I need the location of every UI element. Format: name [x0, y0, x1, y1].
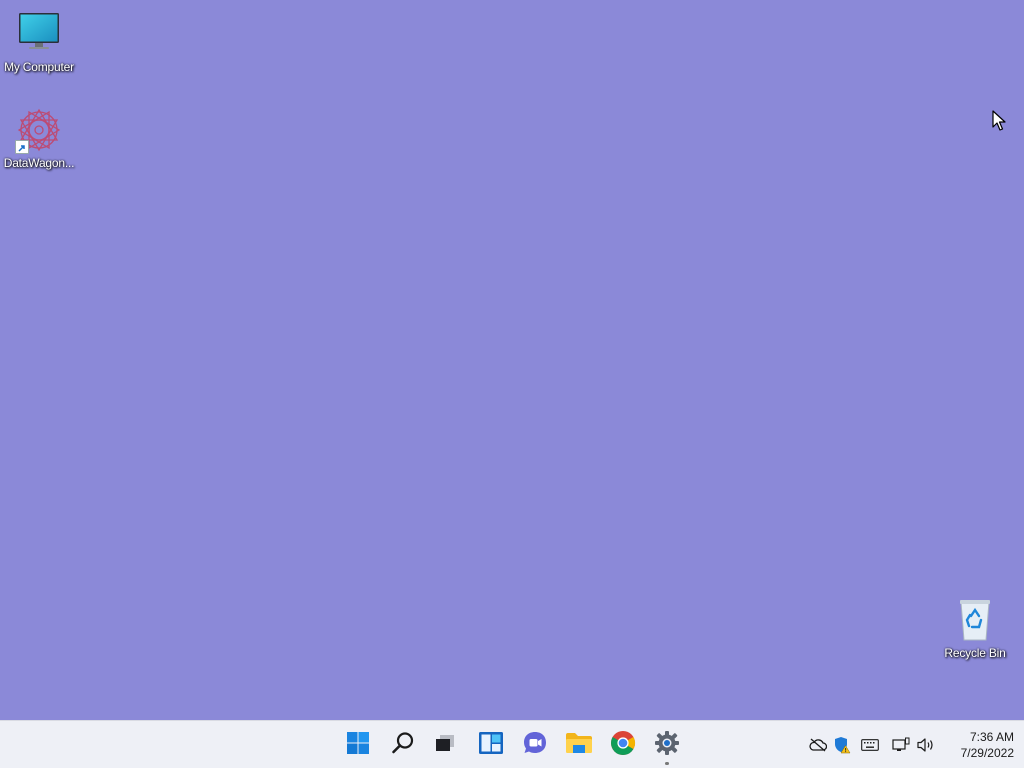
- security-warning-icon[interactable]: [832, 735, 852, 755]
- search-icon: [391, 731, 415, 760]
- taskbar: 7:36 AM 7/29/2022: [0, 720, 1024, 768]
- clock-date: 7/29/2022: [960, 746, 1014, 760]
- volume-icon[interactable]: [916, 735, 936, 755]
- chrome-button[interactable]: [605, 727, 641, 763]
- chat-button[interactable]: [517, 727, 553, 763]
- start-button[interactable]: [340, 727, 376, 763]
- search-button[interactable]: [385, 727, 421, 763]
- clock-time: 7:36 AM: [969, 730, 1014, 744]
- file-explorer-button[interactable]: [561, 727, 597, 763]
- desktop-icon-recycle-bin[interactable]: Recycle Bin: [936, 596, 1014, 660]
- desktop-icon-label: DataWagon...: [3, 156, 75, 170]
- datawagon-app-icon: [15, 106, 63, 154]
- network-icon[interactable]: [891, 735, 911, 755]
- desktop-icon-label: Recycle Bin: [944, 646, 1006, 660]
- gear-icon: [654, 730, 680, 761]
- onedrive-offline-icon[interactable]: [808, 735, 828, 755]
- settings-button[interactable]: [649, 727, 685, 765]
- task-view-button[interactable]: [427, 727, 463, 763]
- running-indicator: [665, 762, 669, 765]
- keyboard-icon[interactable]: [860, 735, 880, 755]
- widgets-icon: [478, 731, 504, 760]
- windows-start-icon: [346, 731, 370, 760]
- chat-icon: [522, 730, 548, 761]
- recycle-bin-icon: [951, 596, 999, 644]
- taskbar-clock[interactable]: 7:36 AM 7/29/2022: [940, 729, 1014, 761]
- folder-icon: [565, 731, 593, 760]
- monitor-icon: [15, 10, 63, 58]
- desktop-icon-datawagon[interactable]: DataWagon...: [0, 106, 78, 170]
- desktop-icon-label: My Computer: [4, 60, 74, 74]
- mouse-cursor-icon: [992, 110, 1006, 132]
- desktop-icon-my-computer[interactable]: My Computer: [0, 10, 78, 74]
- task-view-icon: [433, 731, 457, 760]
- shortcut-arrow-icon: [15, 140, 29, 154]
- widgets-button[interactable]: [473, 727, 509, 763]
- chrome-icon: [610, 730, 636, 761]
- desktop[interactable]: My Computer DataWagon... Recycle Bin: [0, 0, 1024, 720]
